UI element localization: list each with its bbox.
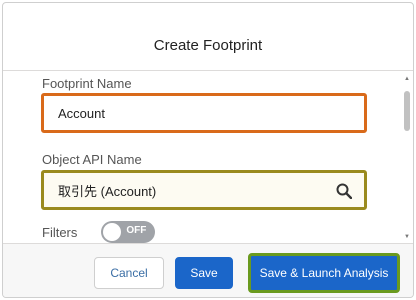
modal-scrollbar[interactable]: ▲ ▼ bbox=[403, 75, 411, 241]
save-and-launch-analysis-button[interactable]: Save & Launch Analysis bbox=[248, 253, 400, 293]
object-api-name-value: 取引先 (Account) bbox=[58, 183, 157, 199]
modal-body: Footprint Name Account Object API Name 取… bbox=[3, 71, 413, 243]
filters-toggle-text: OFF bbox=[126, 225, 147, 236]
modal-title: Create Footprint bbox=[153, 37, 263, 54]
save-button[interactable]: Save bbox=[175, 257, 233, 289]
filters-label: Filters bbox=[42, 224, 78, 240]
cancel-button[interactable]: Cancel bbox=[94, 257, 164, 289]
filters-row: Filters OFF bbox=[42, 221, 156, 243]
scroll-track[interactable] bbox=[403, 83, 411, 233]
footprint-name-input[interactable]: Account bbox=[41, 93, 367, 133]
modal-footer: Cancel Save Save & Launch Analysis bbox=[3, 243, 413, 297]
scroll-up-icon[interactable]: ▲ bbox=[404, 75, 410, 83]
scroll-down-icon[interactable]: ▼ bbox=[404, 233, 410, 241]
scroll-thumb[interactable] bbox=[404, 91, 410, 131]
create-footprint-modal: Create Footprint Footprint Name Account … bbox=[2, 2, 414, 298]
modal-header: Create Footprint bbox=[3, 3, 413, 71]
toggle-knob bbox=[103, 223, 122, 241]
footprint-name-label: Footprint Name bbox=[42, 76, 132, 91]
search-icon[interactable] bbox=[336, 183, 352, 199]
object-api-name-input[interactable]: 取引先 (Account) bbox=[41, 170, 367, 210]
object-api-name-label: Object API Name bbox=[42, 152, 142, 167]
filters-toggle[interactable]: OFF bbox=[101, 221, 156, 243]
footprint-name-value: Account bbox=[58, 105, 105, 121]
